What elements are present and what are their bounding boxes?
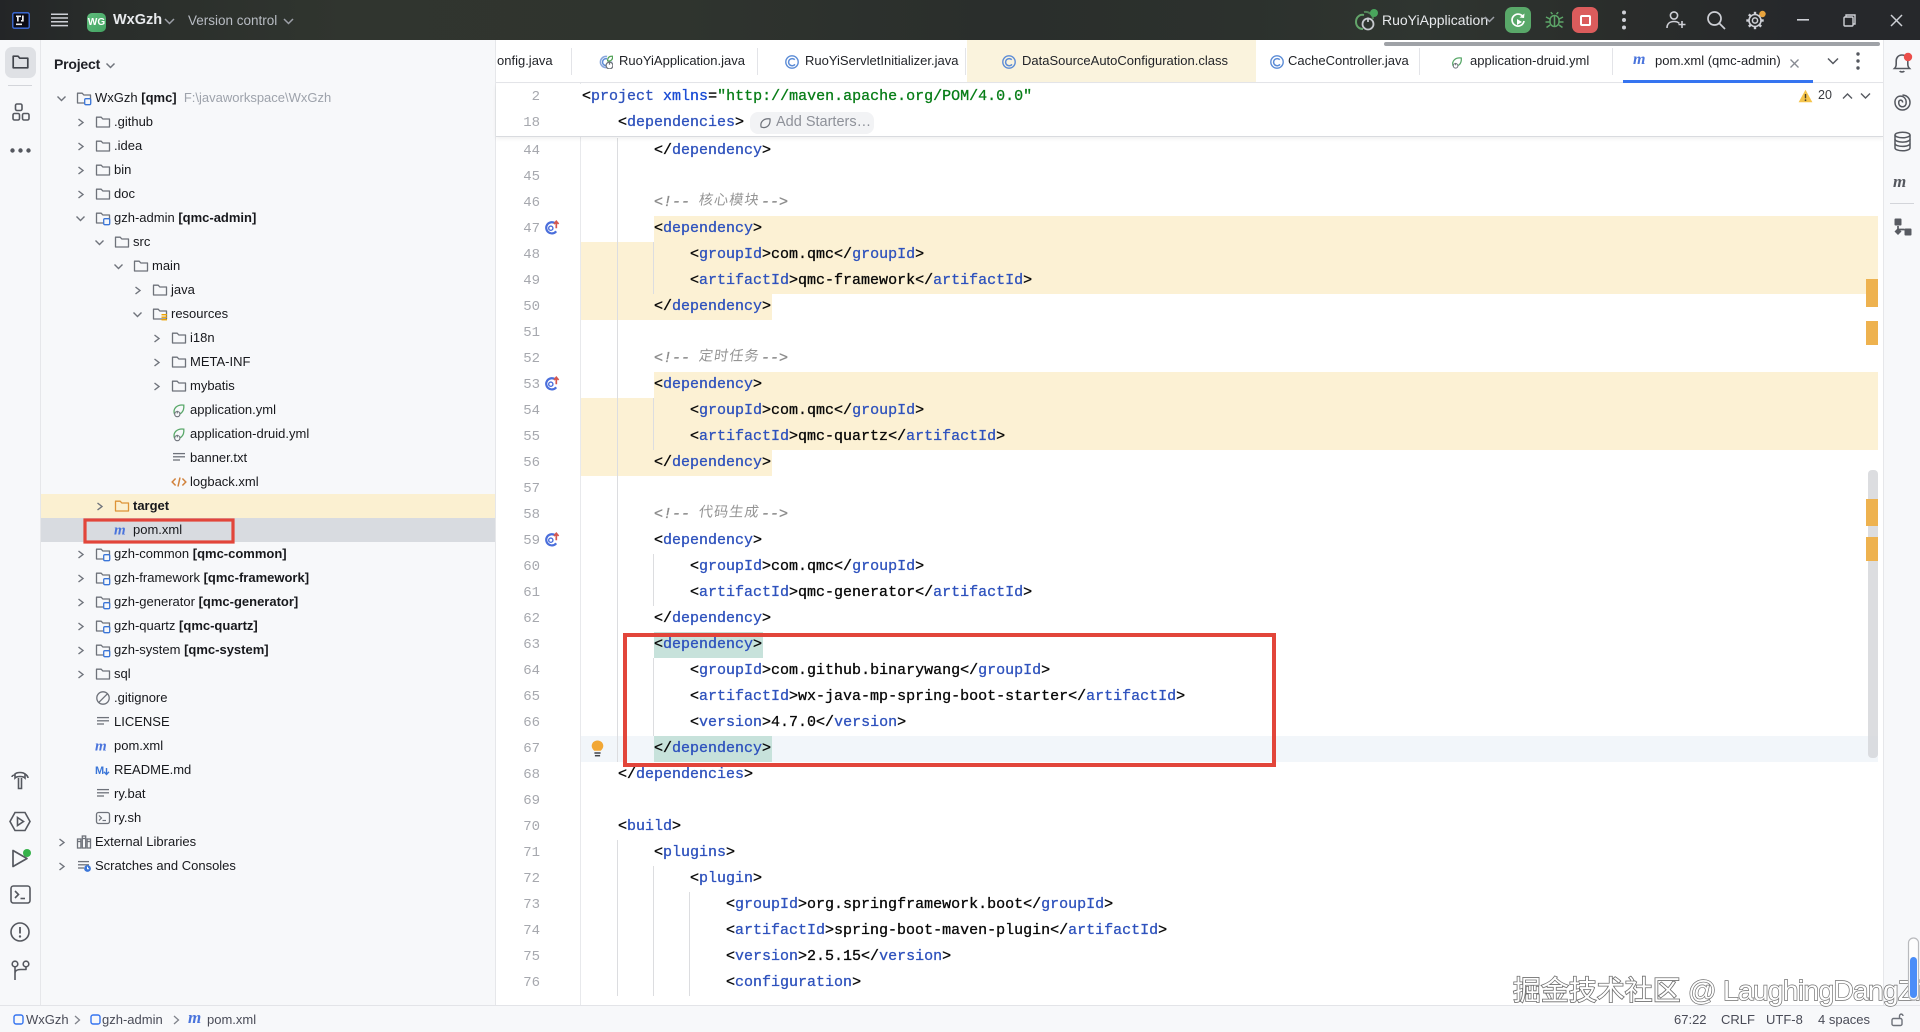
svg-text:@ LaughingDangZi: @ LaughingDangZi bbox=[1688, 975, 1920, 1006]
